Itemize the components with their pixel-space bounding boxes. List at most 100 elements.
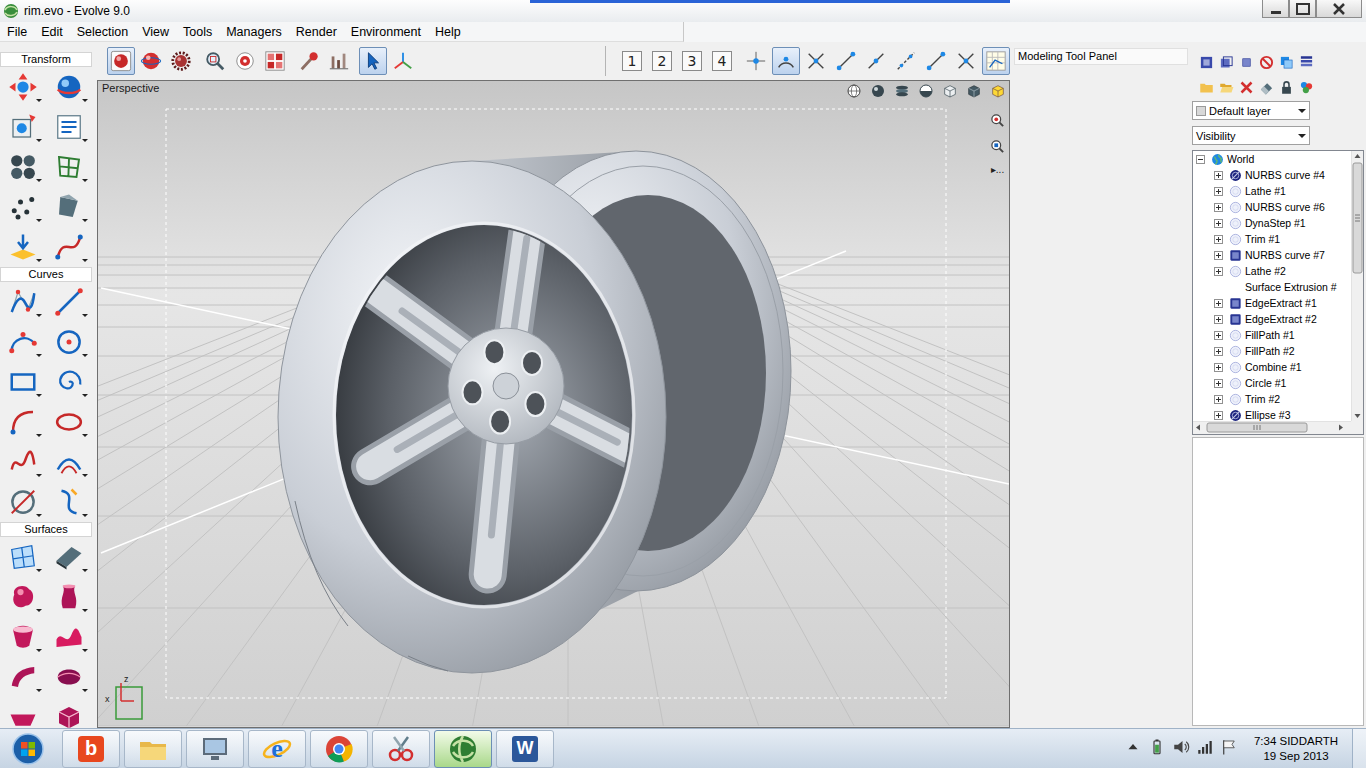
scene-tool-button[interactable] (1216, 79, 1236, 95)
tool-button[interactable] (0, 617, 46, 657)
taskbar-app-button[interactable]: W (496, 730, 554, 768)
expander-icon[interactable] (1214, 235, 1223, 244)
toolbar-button[interactable] (772, 47, 800, 75)
clock[interactable]: 7:34 SIDDARTH19 Sep 2013 (1244, 734, 1348, 764)
tool-button[interactable] (0, 187, 46, 227)
display-mode-button[interactable] (894, 83, 910, 102)
toolbar-button[interactable] (137, 47, 165, 75)
toolbar-button[interactable] (107, 47, 135, 75)
tree-row[interactable]: FillPath #1 (1193, 327, 1351, 343)
tool-button[interactable] (0, 442, 46, 482)
scene-tool-button[interactable] (1276, 79, 1296, 95)
tool-button[interactable] (46, 577, 92, 617)
expander-icon[interactable] (1214, 299, 1223, 308)
tool-button[interactable] (0, 697, 46, 728)
viewport[interactable]: Perspective▸...zx (97, 80, 1010, 728)
menu-item[interactable]: Selection (70, 22, 135, 41)
scene-tool-button[interactable] (1216, 54, 1236, 70)
tool-button[interactable] (46, 322, 92, 362)
tree-vertical-scrollbar[interactable] (1351, 151, 1363, 421)
tool-button[interactable] (46, 482, 92, 522)
tree-row[interactable]: Trim #1 (1193, 231, 1351, 247)
scene-tool-button[interactable] (1236, 79, 1256, 95)
tool-button[interactable] (0, 577, 46, 617)
taskbar-app-button[interactable] (434, 730, 492, 768)
tool-button[interactable] (46, 282, 92, 322)
toolbar-button[interactable] (832, 47, 860, 75)
tree-row[interactable]: EdgeExtract #2 (1193, 311, 1351, 327)
tool-button[interactable] (0, 362, 46, 402)
tool-button[interactable] (46, 107, 92, 147)
filter-dropdown[interactable]: Visibility (1192, 126, 1310, 145)
tool-button[interactable] (0, 107, 46, 147)
toolbar-button[interactable] (802, 47, 830, 75)
tool-button[interactable] (46, 147, 92, 187)
expander-icon[interactable] (1214, 251, 1223, 260)
taskbar-app-button[interactable]: b (62, 730, 120, 768)
zoom-button[interactable] (990, 113, 1005, 131)
zoom-button[interactable] (990, 139, 1005, 157)
start-button[interactable] (0, 729, 55, 768)
tool-button[interactable] (0, 402, 46, 442)
tool-button[interactable] (46, 617, 92, 657)
scene-tool-button[interactable] (1256, 79, 1276, 95)
toolbar-button[interactable] (892, 47, 920, 75)
tool-button[interactable] (46, 537, 92, 577)
tool-button[interactable] (46, 187, 92, 227)
expander-icon[interactable] (1214, 187, 1223, 196)
scene-tool-button[interactable] (1296, 79, 1316, 95)
wheel-rim-model[interactable] (98, 81, 1009, 726)
tray-button[interactable] (1196, 738, 1214, 759)
tool-button[interactable] (46, 402, 92, 442)
tree-row[interactable]: Ellipse #3 (1193, 407, 1351, 421)
close-button[interactable] (1316, 0, 1362, 18)
taskbar-app-button[interactable] (310, 730, 368, 768)
expander-icon[interactable] (1214, 395, 1223, 404)
tool-button[interactable] (0, 147, 46, 187)
tray-button[interactable] (1124, 738, 1142, 759)
menu-item[interactable]: Tools (176, 22, 219, 41)
tree-row[interactable]: EdgeExtract #1 (1193, 295, 1351, 311)
tool-button[interactable] (0, 537, 46, 577)
tree-row[interactable]: Lathe #1 (1193, 183, 1351, 199)
scene-tool-button[interactable] (1196, 54, 1216, 70)
tree-row[interactable]: Lathe #2 (1193, 263, 1351, 279)
toolbar-button[interactable]: 4 (708, 47, 736, 75)
tool-button[interactable] (46, 67, 92, 107)
tray-button[interactable] (1172, 738, 1190, 759)
viewport-more-button[interactable]: ▸... (991, 165, 1004, 175)
tool-button[interactable] (46, 442, 92, 482)
scene-tool-button[interactable] (1256, 54, 1276, 70)
toolbar-button[interactable] (295, 47, 323, 75)
expander-icon[interactable] (1214, 363, 1223, 372)
toolbar-button[interactable] (325, 47, 353, 75)
tool-button[interactable] (46, 657, 92, 697)
tool-button[interactable] (0, 227, 46, 267)
taskbar-app-button[interactable] (186, 730, 244, 768)
tray-button[interactable] (1148, 738, 1166, 759)
display-mode-button[interactable] (846, 83, 862, 102)
toolbar-button[interactable] (231, 47, 259, 75)
tree-row[interactable]: NURBS curve #4 (1193, 167, 1351, 183)
expander-icon[interactable] (1196, 155, 1205, 164)
toolbar-button[interactable] (982, 47, 1010, 75)
display-mode-button[interactable] (942, 83, 958, 102)
expander-icon[interactable] (1214, 379, 1223, 388)
toolbar-button[interactable] (862, 47, 890, 75)
tool-button[interactable] (0, 67, 46, 107)
tree-row[interactable]: Surface Extrusion # (1193, 279, 1351, 295)
display-mode-button[interactable] (918, 83, 934, 102)
scene-tool-button[interactable] (1296, 54, 1316, 70)
scene-tool-button[interactable] (1236, 54, 1256, 70)
toolbar-button[interactable]: 3 (678, 47, 706, 75)
display-mode-button[interactable] (870, 83, 886, 102)
menu-item[interactable]: File (0, 22, 34, 41)
tree-row[interactable]: Circle #1 (1193, 375, 1351, 391)
taskbar-app-button[interactable] (124, 730, 182, 768)
tool-button[interactable] (0, 482, 46, 522)
tree-row[interactable]: DynaStep #1 (1193, 215, 1351, 231)
menu-item[interactable]: Environment (344, 22, 428, 41)
tool-button[interactable] (46, 362, 92, 402)
tool-button[interactable] (0, 322, 46, 362)
tree-row[interactable]: NURBS curve #6 (1193, 199, 1351, 215)
